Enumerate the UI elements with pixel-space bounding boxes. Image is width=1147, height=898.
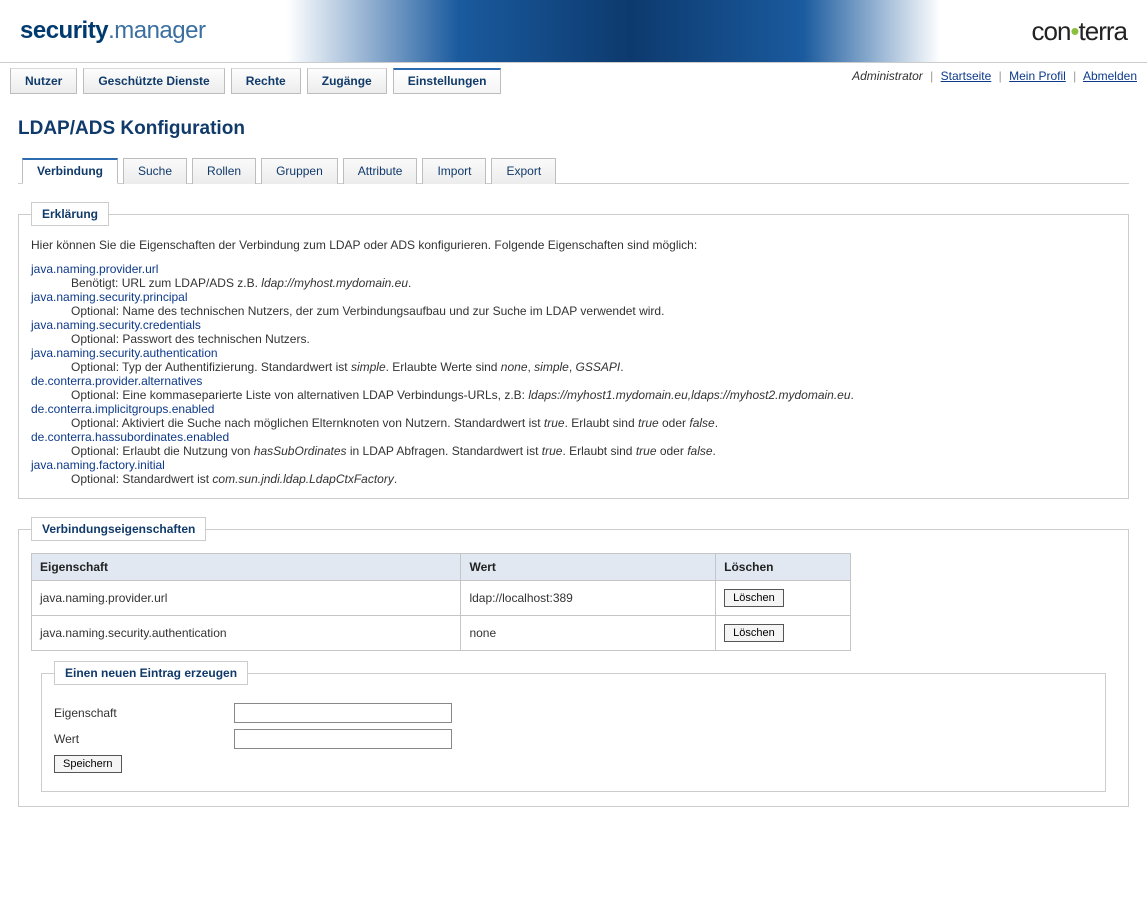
subtab-groups[interactable]: Gruppen: [261, 158, 338, 184]
app-header: security.manager con•terra: [0, 0, 1147, 63]
delete-button[interactable]: Löschen: [724, 589, 784, 607]
input-property[interactable]: [234, 703, 452, 723]
prop-key-principal[interactable]: java.naming.security.principal: [31, 290, 1116, 304]
tab-users[interactable]: Nutzer: [10, 68, 77, 94]
prop-desc-principal: Optional: Name des technischen Nutzers, …: [71, 304, 1116, 318]
explain-legend: Erklärung: [31, 202, 109, 226]
brand-pre: con: [1032, 16, 1071, 46]
prop-key-authentication[interactable]: java.naming.security.authentication: [31, 346, 1116, 360]
subtab-import[interactable]: Import: [422, 158, 486, 184]
th-delete: Löschen: [716, 554, 851, 581]
subtab-export[interactable]: Export: [491, 158, 556, 184]
subtab-search[interactable]: Suche: [123, 158, 187, 184]
product-name: security.manager: [20, 17, 205, 45]
table-row: java.naming.provider.url ldap://localhos…: [32, 581, 851, 616]
prop-key-credentials[interactable]: java.naming.security.credentials: [31, 318, 1116, 332]
new-entry-box: Einen neuen Eintrag erzeugen Eigenschaft…: [41, 661, 1106, 792]
cell-value: ldap://localhost:389: [461, 581, 716, 616]
brand-logo: con•terra: [1032, 16, 1128, 47]
link-profile[interactable]: Mein Profil: [1009, 69, 1066, 83]
subtab-connection[interactable]: Verbindung: [22, 158, 118, 184]
sub-tabs: Verbindung Suche Rollen Gruppen Attribut…: [18, 158, 1129, 184]
tab-services[interactable]: Geschützte Dienste: [83, 68, 224, 94]
subtab-roles[interactable]: Rollen: [192, 158, 256, 184]
save-button[interactable]: Speichern: [54, 755, 122, 773]
product-name-prefix: security: [20, 17, 108, 44]
connection-props-box: Verbindungseigenschaften Eigenschaft Wer…: [18, 517, 1129, 807]
subtab-attributes[interactable]: Attribute: [343, 158, 418, 184]
page-title: LDAP/ADS Konfiguration: [18, 118, 1129, 140]
prop-desc-authentication: Optional: Typ der Authentifizierung. Sta…: [71, 360, 1116, 374]
prop-desc-hassubordinates: Optional: Erlaubt die Nutzung von hasSub…: [71, 444, 1116, 458]
user-links: Administrator | Startseite | Mein Profil…: [852, 65, 1137, 83]
prop-desc-alternatives: Optional: Eine kommaseparierte Liste von…: [71, 388, 1116, 402]
prop-desc-implicitgroups: Optional: Aktiviert die Suche nach mögli…: [71, 416, 1116, 430]
th-property: Eigenschaft: [32, 554, 461, 581]
brand-dot: •: [1070, 16, 1078, 46]
explain-box: Erklärung Hier können Sie die Eigenschaf…: [18, 202, 1129, 499]
explain-intro: Hier können Sie die Eigenschaften der Ve…: [31, 238, 1116, 252]
user-role: Administrator: [852, 69, 923, 83]
delete-button[interactable]: Löschen: [724, 624, 784, 642]
tab-rights[interactable]: Rechte: [231, 68, 301, 94]
link-logout[interactable]: Abmelden: [1083, 69, 1137, 83]
top-bar: Nutzer Geschützte Dienste Rechte Zugänge…: [0, 63, 1147, 94]
connection-props-table: Eigenschaft Wert Löschen java.naming.pro…: [31, 553, 851, 651]
tab-settings[interactable]: Einstellungen: [393, 68, 502, 94]
prop-key-hassubordinates[interactable]: de.conterra.hassubordinates.enabled: [31, 430, 1116, 444]
cell-property: java.naming.provider.url: [32, 581, 461, 616]
prop-key-alternatives[interactable]: de.conterra.provider.alternatives: [31, 374, 1116, 388]
new-entry-legend: Einen neuen Eintrag erzeugen: [54, 661, 248, 685]
cell-value: none: [461, 616, 716, 651]
tab-access[interactable]: Zugänge: [307, 68, 387, 94]
label-value: Wert: [54, 732, 234, 746]
prop-key-implicitgroups[interactable]: de.conterra.implicitgroups.enabled: [31, 402, 1116, 416]
content: LDAP/ADS Konfiguration Verbindung Suche …: [0, 94, 1147, 835]
prop-desc-provider-url: Benötigt: URL zum LDAP/ADS z.B. ldap://m…: [71, 276, 1116, 290]
prop-key-factory[interactable]: java.naming.factory.initial: [31, 458, 1116, 472]
input-value[interactable]: [234, 729, 452, 749]
connection-props-legend: Verbindungseigenschaften: [31, 517, 206, 541]
product-name-suffix: .manager: [108, 17, 205, 44]
main-tabs: Nutzer Geschützte Dienste Rechte Zugänge…: [10, 65, 501, 94]
table-row: java.naming.security.authentication none…: [32, 616, 851, 651]
th-value: Wert: [461, 554, 716, 581]
brand-post: terra: [1079, 16, 1127, 46]
label-property: Eigenschaft: [54, 706, 234, 720]
prop-key-provider-url[interactable]: java.naming.provider.url: [31, 262, 1116, 276]
cell-property: java.naming.security.authentication: [32, 616, 461, 651]
prop-desc-factory: Optional: Standardwert ist com.sun.jndi.…: [71, 472, 1116, 486]
link-home[interactable]: Startseite: [941, 69, 992, 83]
prop-desc-credentials: Optional: Passwort des technischen Nutze…: [71, 332, 1116, 346]
